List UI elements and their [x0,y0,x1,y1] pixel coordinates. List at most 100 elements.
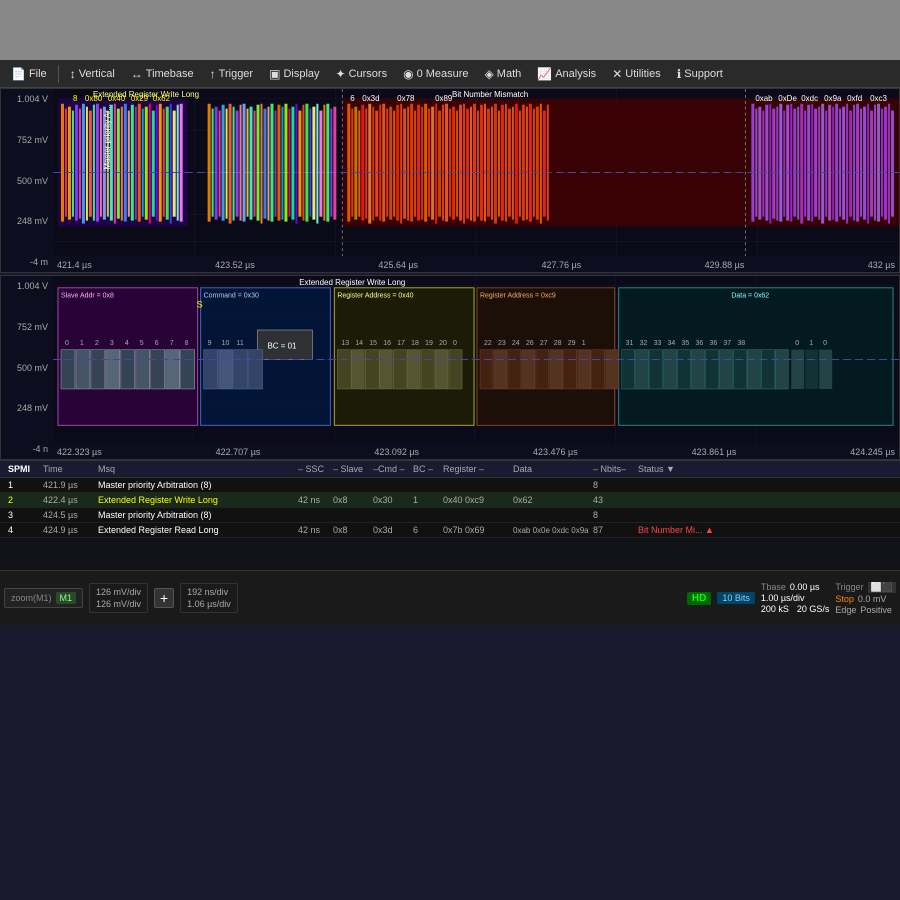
svg-text:34: 34 [668,340,676,347]
display-icon: ▣ [269,67,280,81]
th-time: Time [39,463,94,475]
svg-text:31: 31 [626,340,634,347]
th-slave: – Slave [329,463,369,475]
ly-label-1: 1.004 V [3,281,51,291]
tbase-rate2: 200 kS [761,604,789,614]
table-row[interactable]: 1 421.9 µs Master priority Arbitration (… [0,478,900,493]
svg-text:26: 26 [526,340,534,347]
file-icon: 📄 [11,67,26,81]
zoom-label: zoom(M1) [11,593,52,603]
trigger-value: 0.0 mV [858,594,887,604]
menu-math[interactable]: ◈ Math [478,64,529,84]
menu-timebase[interactable]: ↔ Timebase [124,64,201,84]
y-label-2: 752 mV [3,135,51,145]
svg-text:0xfd: 0xfd [847,94,862,103]
td-row3-time: 424.5 µs [39,509,94,521]
menu-display[interactable]: ▣ Display [262,64,326,84]
svg-text:Data = 0x62: Data = 0x62 [731,293,769,300]
td-row4-num: 4 [4,524,39,536]
svg-text:Command = 0x30: Command = 0x30 [204,293,259,300]
th-data: Data [509,463,589,475]
trigger-row-3: Edge Positive [835,605,896,615]
td-row2-time: 422.4 µs [39,494,94,506]
status-left: zoom(M1) M1 126 mV/div 126 mV/div + 192 … [4,573,238,623]
tbase-row-3: 200 kS 20 GS/s [761,604,830,614]
td-row4-cmd: 0x3d [369,524,409,536]
svg-text:1: 1 [809,340,813,347]
y-label-1: 1.004 V [3,94,51,104]
analysis-icon: 📈 [537,67,552,81]
scale-box-2: 192 ns/div 1.06 µs/div [180,583,238,613]
td-row4-status: Bit Number Mi... ▲ [634,524,734,536]
td-row2-ssc: 42 ns [294,494,329,506]
menu-support[interactable]: ℹ Support [670,64,730,84]
table-row[interactable]: 3 424.5 µs Master priority Arbitration (… [0,508,900,523]
y-label-3: 500 mV [3,176,51,186]
status-right: HD 10 Bits Tbase 0.00 µs 1.00 µs/div 200… [687,573,896,623]
svg-text:0: 0 [823,340,827,347]
menu-file[interactable]: 📄 File [4,64,54,84]
menu-cursors[interactable]: ✦ Cursors [329,64,395,84]
svg-text:32: 32 [640,340,648,347]
tbase-row-1: Tbase 0.00 µs [761,582,830,592]
td-row3-ssc [294,514,329,516]
trigger-polarity: Positive [860,605,892,615]
svg-text:S: S [197,299,203,309]
td-row2-msq: Extended Register Write Long [94,494,274,506]
lx-label-5: 423.861 µs [692,447,737,457]
svg-text:35: 35 [682,340,690,347]
trigger-box: Trigger ⬜⬛ Stop 0.0 mV Edge Positive [835,582,896,615]
menu-vertical[interactable]: ↕ Vertical [63,64,122,84]
svg-text:0xdc: 0xdc [801,94,818,103]
svg-text:24: 24 [512,340,520,347]
td-row3-num: 3 [4,509,39,521]
lower-wave-canvas: Extended Register Write Long Slave Addr … [53,276,899,443]
x-label-1: 421.4 µs [57,260,92,270]
vertical-icon: ↕ [70,67,76,81]
svg-text:1: 1 [80,340,84,347]
svg-text:0: 0 [453,340,457,347]
menu-utilities[interactable]: ✕ Utilities [605,64,668,84]
svg-text:0xab: 0xab [755,94,773,103]
add-channel-button[interactable]: + [154,588,174,608]
th-ssc: – SSC [294,463,329,475]
menu-trigger[interactable]: ↑ Trigger [203,64,260,84]
top-border [0,0,900,60]
td-row3-cmd [369,514,409,516]
td-row3-bc [409,514,439,516]
ly-label-2: 752 mV [3,322,51,332]
menu-analysis[interactable]: 📈 Analysis [530,64,603,84]
svg-text:23: 23 [498,340,506,347]
td-row2-status [634,499,734,501]
td-row1-nbits: 8 [589,479,634,491]
td-row3-msq: Master priority Arbitration (8) [94,509,274,521]
td-row2-slave: 0x8 [329,494,369,506]
table-row[interactable]: 4 424.9 µs Extended Register Read Long 4… [0,523,900,538]
x-label-6: 432 µs [868,260,895,270]
td-row1-num: 1 [4,479,39,491]
svg-text:22: 22 [484,340,492,347]
menu-measure[interactable]: ◉ 0 Measure [396,64,475,84]
table-row[interactable]: 2 422.4 µs Extended Register Write Long … [0,493,900,508]
hd-badge: HD [687,592,711,605]
upper-wave-canvas: 8 0x80 0x40 0x29 0x62 Master priority Ar… [53,89,899,256]
zoom-channel: M1 [56,592,77,604]
lx-label-4: 423.476 µs [533,447,578,457]
td-row3-status [634,514,734,516]
svg-text:15: 15 [369,340,377,347]
td-row1-ssc [294,484,329,486]
lower-y-axis: 1.004 V 752 mV 500 mV 248 mV -4 n [1,276,53,459]
td-row3-reg [439,514,509,516]
svg-text:Bit Number Mismatch: Bit Number Mismatch [452,90,528,99]
upper-wave-panel: 1.004 V 752 mV 500 mV 248 mV -4 m [0,88,900,273]
svg-text:Master priority Ar...: Master priority Ar... [103,104,112,169]
svg-text:0: 0 [65,340,69,347]
lx-label-1: 422.323 µs [57,447,102,457]
scale-1-value: 126 mV/div [96,599,141,609]
td-row2-data: 0x62 [509,494,589,506]
svg-text:10: 10 [222,340,230,347]
upper-y-axis: 1.004 V 752 mV 500 mV 248 mV -4 m [1,89,53,272]
measure-icon: ◉ [403,67,413,81]
svg-text:1: 1 [582,340,586,347]
td-row1-cmd [369,484,409,486]
